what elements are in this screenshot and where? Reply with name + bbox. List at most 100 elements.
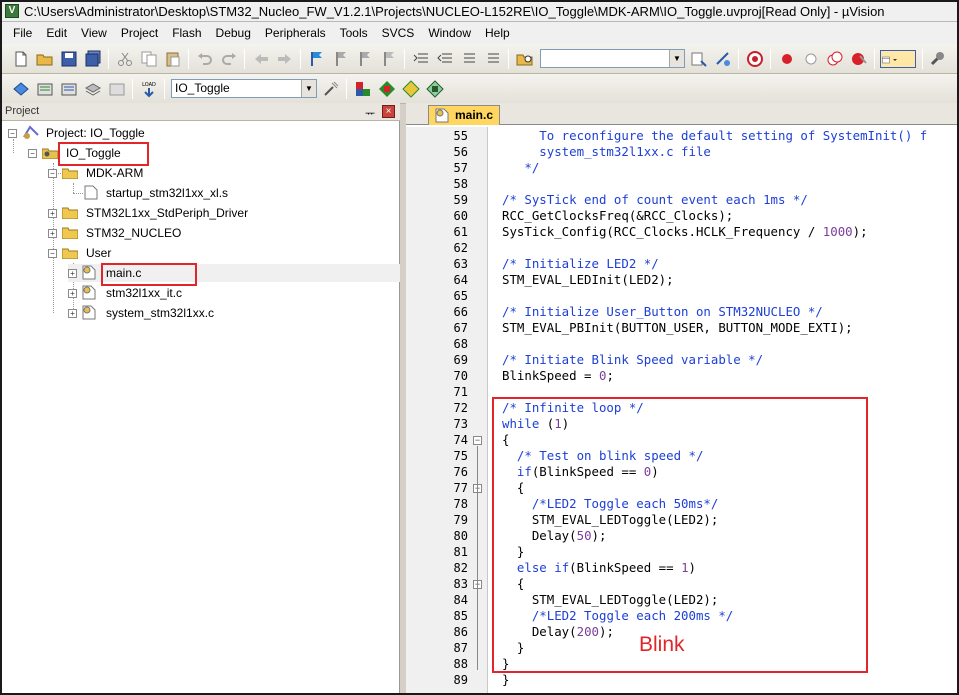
- code-line: To reconfigure the default setting of Sy…: [502, 128, 928, 143]
- cut-icon[interactable]: [116, 50, 134, 68]
- target-select[interactable]: IO_Toggle ▼: [171, 79, 317, 98]
- menu-flash[interactable]: Flash: [165, 23, 208, 43]
- tree-item-file-startup[interactable]: startup_stm32l1xx_xl.s: [82, 184, 382, 202]
- rebuild-icon[interactable]: [60, 80, 78, 98]
- disable-all-breakpoints-icon[interactable]: [826, 50, 844, 68]
- comment-icon[interactable]: [460, 50, 478, 68]
- nav-forward-icon[interactable]: [276, 50, 294, 68]
- prev-bookmark-icon[interactable]: [332, 50, 350, 68]
- new-file-icon[interactable]: [12, 50, 30, 68]
- incremental-find-icon[interactable]: [714, 50, 732, 68]
- tree-item-group-stm32-nucleo[interactable]: + STM32_NUCLEO: [48, 224, 348, 242]
- target-options-icon[interactable]: [322, 80, 340, 98]
- close-icon[interactable]: ×: [382, 105, 395, 118]
- fold-toggle-icon[interactable]: −: [473, 436, 482, 445]
- fold-guide-line: [477, 590, 478, 654]
- menu-view[interactable]: View: [74, 23, 114, 43]
- tree-item-file-system[interactable]: + system_stm32l1xx.c: [68, 304, 368, 322]
- find-in-files-icon[interactable]: [516, 50, 534, 68]
- line-number: 78: [453, 497, 468, 511]
- save-icon[interactable]: [60, 50, 78, 68]
- target-folder-icon: [42, 147, 58, 159]
- pin-icon[interactable]: ᅲ: [365, 105, 375, 121]
- toolbar-separator: [108, 49, 109, 69]
- tab-main-c[interactable]: main.c: [428, 105, 500, 125]
- editor-pane: main.c 55 56 57 58 59 60 61 62 63 64 65 66 67 68 69 70 7…: [406, 103, 957, 693]
- toolbar-separator: [188, 49, 189, 69]
- code-line: */: [502, 160, 540, 175]
- nav-back-icon[interactable]: [252, 50, 270, 68]
- batch-build-icon[interactable]: [84, 80, 102, 98]
- find-dialog-icon[interactable]: [690, 50, 708, 68]
- line-number: 76: [453, 465, 468, 479]
- expand-icon[interactable]: +: [68, 269, 77, 278]
- asm-file-icon: [84, 185, 98, 200]
- collapse-icon[interactable]: −: [28, 149, 37, 158]
- manage-components-icon[interactable]: [378, 80, 396, 98]
- menu-tools[interactable]: Tools: [333, 23, 375, 43]
- menu-peripherals[interactable]: Peripherals: [258, 23, 333, 43]
- clear-bookmarks-icon[interactable]: [380, 50, 398, 68]
- find-combo[interactable]: ▼: [540, 49, 685, 68]
- kill-all-breakpoints-icon[interactable]: [850, 50, 868, 68]
- breakpoint-icon[interactable]: [778, 50, 796, 68]
- chevron-down-icon[interactable]: ▼: [669, 50, 684, 67]
- collapse-icon[interactable]: −: [48, 249, 57, 258]
- line-number: 59: [453, 193, 468, 207]
- pack-installer-icon[interactable]: [426, 80, 444, 98]
- menu-window[interactable]: Window: [421, 23, 478, 43]
- expand-icon[interactable]: +: [68, 289, 77, 298]
- redo-icon[interactable]: [220, 50, 238, 68]
- save-all-icon[interactable]: [84, 50, 102, 68]
- title-bar: V C:\Users\Administrator\Desktop\STM32_N…: [2, 2, 957, 22]
- group-label: User: [86, 246, 112, 260]
- load-download-button[interactable]: LOAD: [140, 80, 158, 98]
- open-folder-icon[interactable]: [36, 50, 54, 68]
- menu-help[interactable]: Help: [478, 23, 517, 43]
- debug-session-icon[interactable]: [746, 50, 764, 68]
- undo-icon[interactable]: [196, 50, 214, 68]
- file-extensions-icon[interactable]: [354, 80, 372, 98]
- window-layout-button[interactable]: [880, 50, 916, 68]
- tree-item-file-it[interactable]: + stm32l1xx_it.c: [68, 284, 368, 302]
- build-icon[interactable]: [36, 80, 54, 98]
- configure-tools-icon[interactable]: [928, 50, 946, 68]
- indent-icon[interactable]: [412, 50, 430, 68]
- stop-build-icon[interactable]: [108, 80, 126, 98]
- line-number: 69: [453, 353, 468, 367]
- collapse-icon[interactable]: −: [8, 129, 17, 138]
- expand-icon[interactable]: +: [68, 309, 77, 318]
- tree-item-group-user[interactable]: − User: [48, 244, 348, 262]
- tree-item-group-stdperiph[interactable]: + STM32L1xx_StdPeriph_Driver: [48, 204, 368, 222]
- tree-item-target[interactable]: − IO_Toggle: [28, 144, 328, 162]
- tree-item-project-root[interactable]: − Project: IO_Toggle: [8, 124, 308, 142]
- line-number: 73: [453, 417, 468, 431]
- menu-svcs[interactable]: SVCS: [375, 23, 422, 43]
- expand-icon[interactable]: +: [48, 209, 57, 218]
- tree-item-file-main[interactable]: + main.c: [68, 264, 400, 282]
- file-label: stm32l1xx_it.c: [106, 286, 183, 300]
- next-bookmark-icon[interactable]: [356, 50, 374, 68]
- tree-item-group-mdk-arm[interactable]: − MDK-ARM: [48, 164, 348, 182]
- select-packs-icon[interactable]: [402, 80, 420, 98]
- menu-file[interactable]: File: [6, 23, 39, 43]
- code-line: SysTick_Config(RCC_Clocks.HCLK_Frequency…: [502, 224, 868, 239]
- unindent-icon[interactable]: [436, 50, 454, 68]
- code-line: BlinkSpeed = 0;: [502, 368, 614, 383]
- menu-debug[interactable]: Debug: [209, 23, 258, 43]
- toolbar-separator: [508, 49, 509, 69]
- toolbar-separator: [132, 79, 133, 99]
- line-number: 70: [453, 369, 468, 383]
- collapse-icon[interactable]: −: [48, 169, 57, 178]
- uncomment-icon[interactable]: [484, 50, 502, 68]
- toolbar-separator: [922, 49, 923, 69]
- chevron-down-icon[interactable]: ▼: [301, 80, 316, 97]
- expand-icon[interactable]: +: [48, 229, 57, 238]
- menu-project[interactable]: Project: [114, 23, 165, 43]
- translate-icon[interactable]: [12, 80, 30, 98]
- paste-icon[interactable]: [164, 50, 182, 68]
- copy-icon[interactable]: [140, 50, 158, 68]
- bookmark-icon[interactable]: [308, 50, 326, 68]
- disable-breakpoint-icon[interactable]: [802, 50, 820, 68]
- menu-edit[interactable]: Edit: [39, 23, 74, 43]
